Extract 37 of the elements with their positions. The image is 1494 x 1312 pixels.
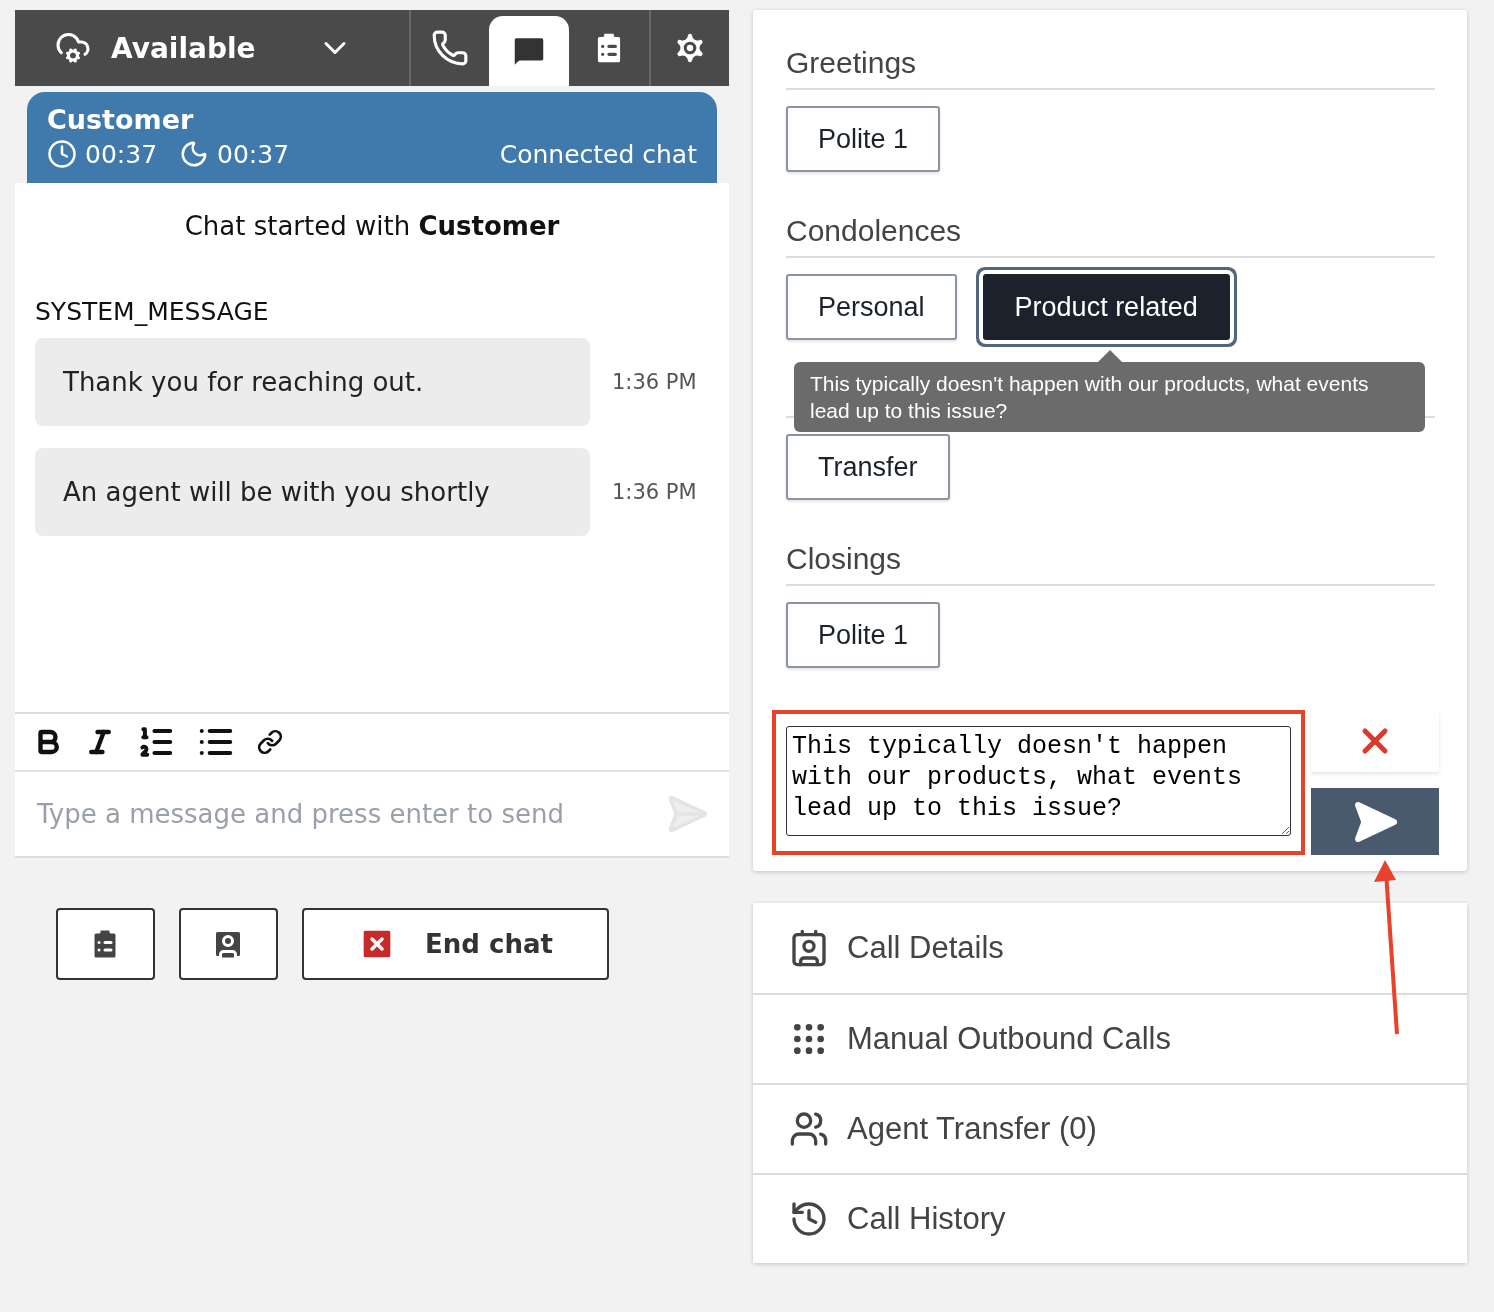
message-time: 1:36 PM	[612, 370, 697, 394]
contact-name: Customer	[47, 104, 195, 135]
menu-item[interactable]: Call History	[753, 1173, 1467, 1263]
chat-intro: Chat started with Customer	[183, 211, 561, 241]
response-button[interactable]: Polite 1	[786, 602, 941, 668]
message-box[interactable]: Type a message and press enter to send	[15, 770, 729, 858]
menu-item[interactable]: Manual Outbound Calls	[753, 993, 1467, 1083]
message-bubble: Thank you for reaching out.	[35, 338, 590, 426]
timer: 00:37	[85, 139, 158, 169]
response-button[interactable]: Personal	[786, 274, 957, 340]
menu-item[interactable]: Agent Transfer (0)	[753, 1083, 1467, 1173]
tooltip-text: This typically doesn't happen with our products, what events lead up to this issue?	[810, 371, 1370, 424]
section-heading: Condolences	[786, 214, 1435, 258]
notes-button[interactable]	[55, 908, 155, 980]
history-icon	[789, 1199, 829, 1239]
contact-card-icon	[789, 928, 829, 968]
clock-icon	[47, 139, 77, 169]
timer: 00:37	[217, 139, 290, 169]
connection-status: Connected chat	[499, 139, 697, 169]
section-heading: Closings	[786, 542, 1435, 586]
draft-field[interactable]: This typically doesn't happen with our products, what events lead up to this issue?	[786, 726, 1291, 836]
cloud-icon	[55, 30, 91, 66]
response-button[interactable]: Transfer	[786, 434, 950, 500]
sender-name: SYSTEM_MESSAGE	[35, 297, 270, 326]
message-bubble: An agent will be with you shortly	[35, 448, 590, 536]
contact-button[interactable]	[178, 908, 278, 980]
phone-icon	[431, 29, 469, 67]
link-button[interactable]	[257, 729, 283, 755]
end-chat-button[interactable]: End chat	[301, 908, 609, 980]
message-time: 1:36 PM	[612, 480, 697, 504]
send-button[interactable]	[1311, 788, 1439, 855]
section-heading: Greetings	[786, 46, 1435, 90]
chat-tab[interactable]	[489, 16, 569, 86]
menu-item[interactable]: Call Details	[753, 903, 1467, 993]
close-button[interactable]	[1311, 710, 1439, 772]
people-icon	[789, 1109, 829, 1149]
response-button[interactable]: Polite 1	[786, 106, 941, 172]
